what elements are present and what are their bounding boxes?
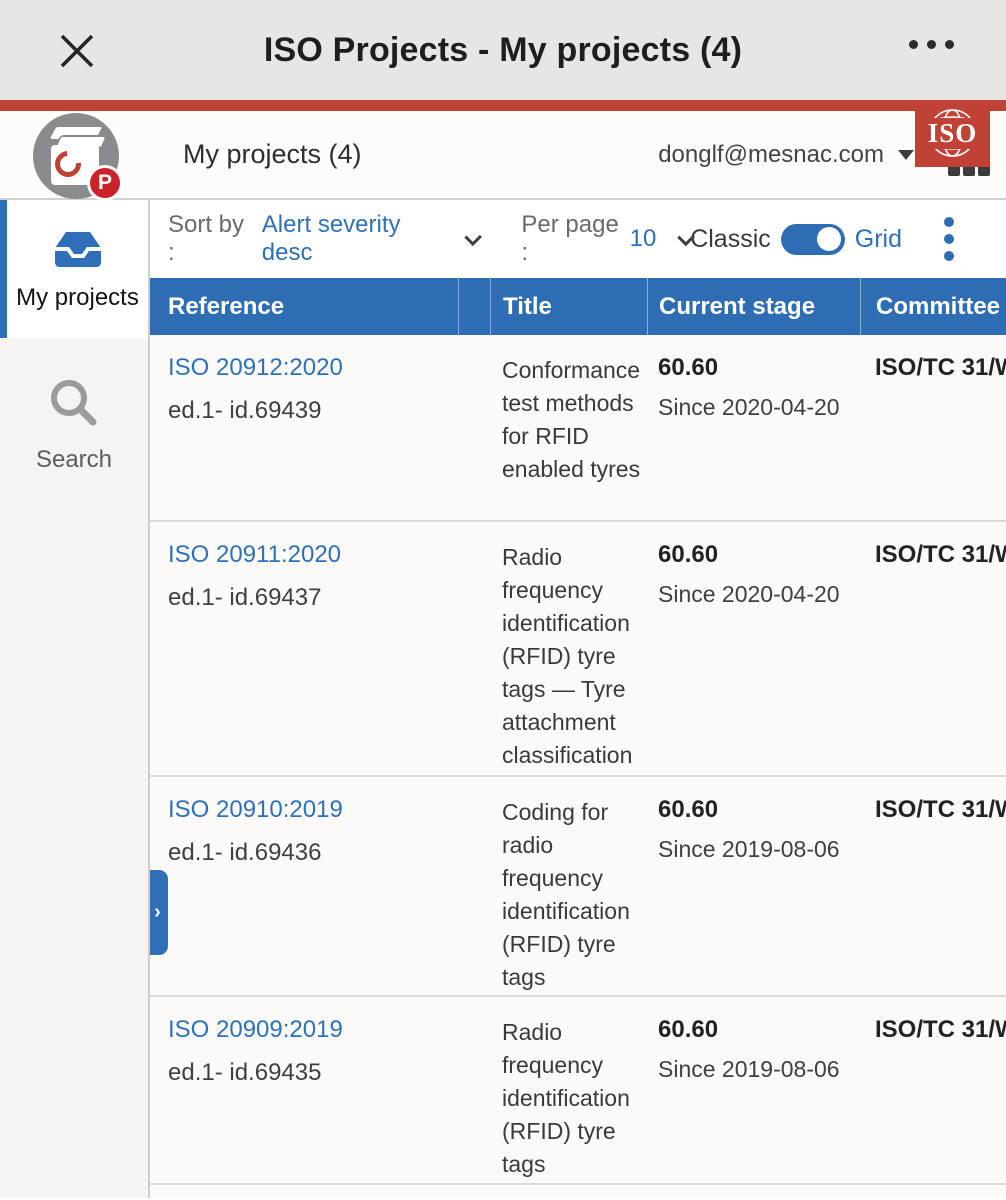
reference-link[interactable]: ISO 20912:2020 <box>168 354 458 382</box>
sidebar-item-label: Search <box>36 446 112 474</box>
projects-badge: P <box>87 165 123 201</box>
stage-since-date: Since 2020-04-20 <box>658 394 860 421</box>
table-options-icon[interactable] <box>944 217 954 261</box>
iso-projects-window: ISO Projects - My projects (4) P My proj… <box>0 0 1006 1200</box>
table-row[interactable]: ISO 20909:2019 ed.1- id.69435 Radio freq… <box>150 997 1006 1185</box>
grid-view-label[interactable]: Grid <box>855 225 902 254</box>
title-cell: Radio frequency identification (RFID) ty… <box>490 541 647 775</box>
reference-link[interactable]: ISO 20911:2020 <box>168 541 458 569</box>
reference-cell: ISO 20909:2019 ed.1- id.69435 <box>150 1016 458 1183</box>
edition-id: ed.1- id.69439 <box>168 397 458 425</box>
per-page-dropdown[interactable]: Per page : 10 <box>521 211 690 267</box>
header-title: My projects (4) <box>183 139 362 170</box>
more-options-icon[interactable] <box>909 40 954 49</box>
accent-divider <box>0 100 1006 111</box>
per-page-value: 10 <box>630 225 657 253</box>
committee-cell: ISO/TC 31/WG <box>860 541 1006 775</box>
reference-link[interactable]: ISO 20909:2019 <box>168 1016 458 1044</box>
table-row[interactable]: ISO 20911:2020 ed.1- id.69437 Radio freq… <box>150 522 1006 777</box>
stage-number: 60.60 <box>658 796 860 824</box>
close-icon[interactable] <box>56 30 98 72</box>
search-icon <box>46 376 102 432</box>
stage-cell: 60.60 Since 2020-04-20 <box>647 354 860 520</box>
reference-link[interactable]: ISO 20910:2019 <box>168 796 458 824</box>
stage-number: 60.60 <box>658 354 860 382</box>
stage-cell: 60.60 Since 2020-04-20 <box>647 541 860 775</box>
committee-cell: ISO/TC 31/WG <box>860 354 1006 520</box>
title-cell: Conformance test methods for RFID enable… <box>490 354 647 520</box>
account-menu[interactable]: donglf@mesnac.com <box>658 141 914 169</box>
table-row[interactable]: ISO 20910:2019 ed.1- id.69436 Coding for… <box>150 777 1006 997</box>
view-toggle-switch[interactable] <box>781 224 845 255</box>
spacer-cell <box>458 1016 490 1183</box>
stage-since-date: Since 2019-08-06 <box>658 1056 860 1083</box>
next-row-partial <box>150 1185 1006 1198</box>
app-logo-icon: P <box>33 113 119 199</box>
content-area: My projects Search Sort by : Alert sever… <box>0 200 1006 1198</box>
account-email: donglf@mesnac.com <box>658 141 884 169</box>
column-header-title[interactable]: Title <box>490 278 647 335</box>
sidebar: My projects Search <box>0 200 150 1198</box>
stage-number: 60.60 <box>658 541 860 569</box>
app-header: P My projects (4) donglf@mesnac.com <box>0 111 1006 200</box>
column-header-spacer <box>458 278 490 335</box>
main-panel: Sort by : Alert severity desc Per page :… <box>150 200 1006 1198</box>
classic-view-label[interactable]: Classic <box>690 225 771 254</box>
sort-by-label: Sort by : <box>168 211 250 267</box>
sidebar-item-label: My projects <box>16 284 139 312</box>
spacer-cell <box>458 541 490 775</box>
committee-cell: ISO/TC 31/WG <box>860 796 1006 995</box>
page-title: ISO Projects - My projects (4) <box>0 31 1006 70</box>
slide-panel-handle[interactable]: › <box>150 870 168 955</box>
column-header-reference[interactable]: Reference <box>150 278 458 335</box>
stage-since-date: Since 2019-08-06 <box>658 836 860 863</box>
table-header: Reference Title Current stage Committee <box>150 278 1006 335</box>
committee-cell: ISO/TC 31/WG <box>860 1016 1006 1183</box>
sort-by-dropdown[interactable]: Sort by : Alert severity desc <box>168 211 477 267</box>
reference-cell: ISO 20910:2019 ed.1- id.69436 <box>150 796 458 995</box>
column-header-current-stage[interactable]: Current stage <box>647 278 860 335</box>
sidebar-item-search[interactable]: Search <box>0 338 148 494</box>
top-title-bar: ISO Projects - My projects (4) <box>0 0 1006 100</box>
column-header-committee[interactable]: Committee <box>860 278 1006 335</box>
iso-logo-text: ISO <box>926 118 980 149</box>
spacer-cell <box>458 354 490 520</box>
table-body: ISO 20912:2020 ed.1- id.69439 Conformanc… <box>150 335 1006 1185</box>
chevron-down-icon <box>465 228 483 246</box>
stage-number: 60.60 <box>658 1016 860 1044</box>
edition-id: ed.1- id.69435 <box>168 1059 458 1087</box>
stage-cell: 60.60 Since 2019-08-06 <box>647 796 860 995</box>
title-cell: Radio frequency identification (RFID) ty… <box>490 1016 647 1183</box>
chevron-down-icon <box>898 150 914 160</box>
reference-cell: ISO 20911:2020 ed.1- id.69437 <box>150 541 458 775</box>
stage-cell: 60.60 Since 2019-08-06 <box>647 1016 860 1183</box>
toolbar: Sort by : Alert severity desc Per page :… <box>150 200 1006 278</box>
view-toggle-group: Classic Grid <box>690 224 902 255</box>
sort-by-value: Alert severity desc <box>262 211 441 267</box>
spacer-cell <box>458 796 490 995</box>
title-cell: Coding for radio frequency identificatio… <box>490 796 647 995</box>
inbox-icon <box>49 228 107 270</box>
edition-id: ed.1- id.69437 <box>168 584 458 612</box>
table-row[interactable]: ISO 20912:2020 ed.1- id.69439 Conformanc… <box>150 335 1006 522</box>
sidebar-item-my-projects[interactable]: My projects <box>0 200 148 338</box>
iso-logo: ISO <box>915 100 990 167</box>
per-page-label: Per page : <box>521 211 619 267</box>
edition-id: ed.1- id.69436 <box>168 839 458 867</box>
stage-since-date: Since 2020-04-20 <box>658 581 860 608</box>
reference-cell: ISO 20912:2020 ed.1- id.69439 <box>150 354 458 520</box>
